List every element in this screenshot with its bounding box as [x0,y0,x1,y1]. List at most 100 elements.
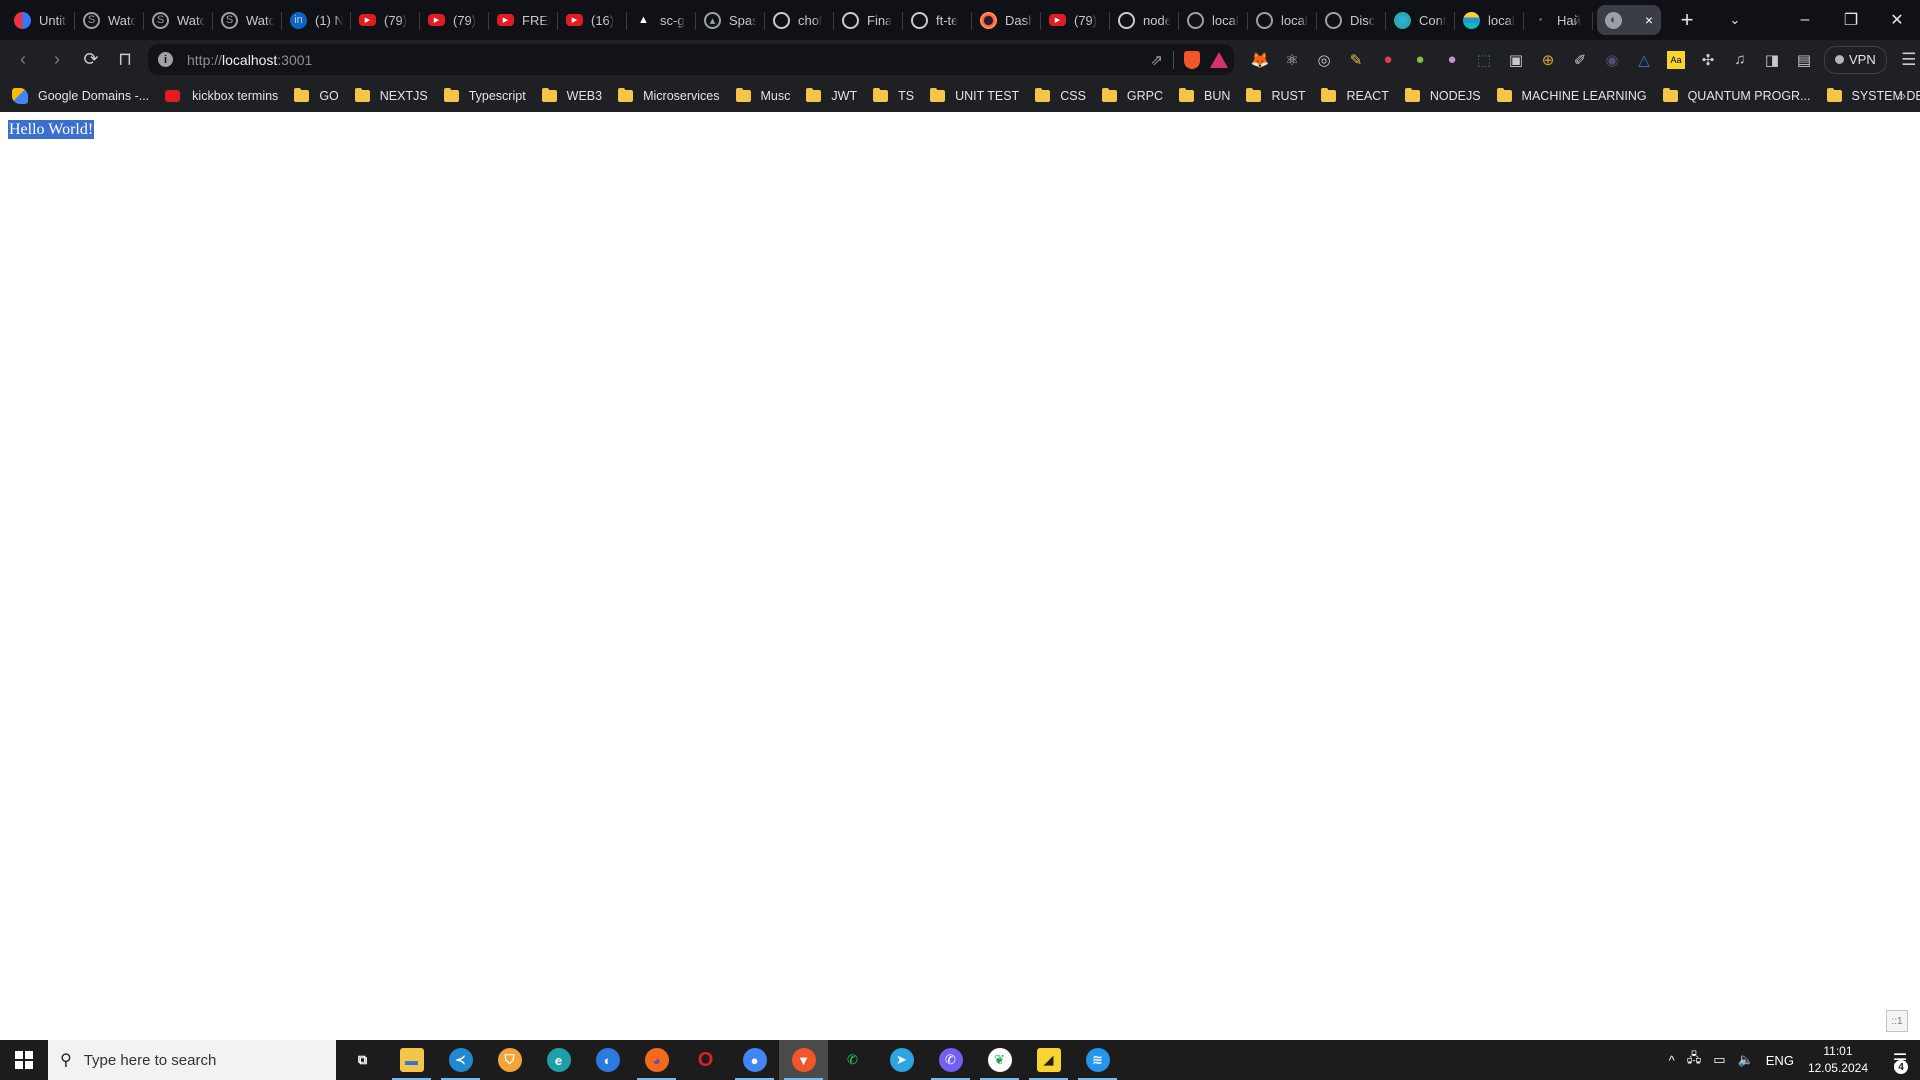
taskbar-app-brave[interactable]: ▼ [779,1040,828,1080]
tab[interactable]: ▴ Spas [696,5,765,35]
bookmark-button[interactable]: ⊓ [108,43,142,77]
puzzle-icon[interactable]: ✣ [1692,44,1724,76]
taskbar-app-whatsapp[interactable]: ✆ [828,1040,877,1080]
eyedropper-icon[interactable]: ✐ [1564,44,1596,76]
bookmark-item[interactable]: JWT [806,87,857,103]
new-tab-button[interactable]: + [1675,7,1699,33]
bookmark-item[interactable]: REACT [1321,87,1389,103]
minimize-button[interactable]: – [1782,11,1828,29]
taskbar-app-file-explorer[interactable]: ▬ [387,1040,436,1080]
clock[interactable]: 11:01 12.05.2024 [1808,1043,1868,1077]
tab[interactable]: in (1) N [282,5,351,35]
tab[interactable]: Cont [1386,5,1455,35]
tab[interactable]: ▶ (16) [558,5,627,35]
bookmark-item[interactable]: Google Domains -... [12,87,149,104]
taskbar-app-chrome[interactable]: ● [730,1040,779,1080]
tab[interactable]: chol [765,5,834,35]
bookmark-item[interactable]: WEB3 [541,87,602,103]
bookmark-item[interactable]: RUST [1246,87,1305,103]
tab[interactable]: S Watch [144,5,213,35]
taskbar-app-mongodb-compass[interactable]: ❦ [975,1040,1024,1080]
target-icon[interactable]: ◎ [1308,44,1340,76]
brave-shields-icon[interactable] [1184,50,1200,69]
pencil-icon[interactable]: ✎ [1340,44,1372,76]
volume-icon[interactable]: 🔈 [1738,1052,1754,1068]
tab[interactable]: ▲ sc-g [627,5,696,35]
network-icon[interactable]: 🖧 [1687,1049,1702,1071]
bookmark-item[interactable]: NEXTJS [354,87,428,103]
tab[interactable]: local [1179,5,1248,35]
ublock-icon[interactable]: ▣ [1500,44,1532,76]
language-indicator[interactable]: ENG [1766,1053,1794,1068]
tab[interactable]: ▶ (79) [351,5,420,35]
close-window-button[interactable]: ✕ [1874,10,1920,30]
tab[interactable]: Untitled [6,5,75,35]
tab[interactable]: local [1248,5,1317,35]
bookmark-item[interactable]: CSS [1035,87,1086,103]
tab[interactable]: S Watch [75,5,144,35]
tab[interactable]: ft-te [903,5,972,35]
tab[interactable]: ▶ FREE [489,5,558,35]
bookmark-item[interactable]: QUANTUM PROGR... [1662,87,1811,103]
tab[interactable]: node [1110,5,1179,35]
music-icon[interactable]: ♫ [1724,44,1756,76]
forward-button[interactable]: › [40,43,74,77]
battery-icon[interactable]: ▭ [1713,1052,1725,1068]
taskbar-app-docker[interactable]: ≋ [1073,1040,1122,1080]
react-devtools-icon[interactable]: ⚛ [1276,44,1308,76]
bookmark-item[interactable]: TS [873,87,914,103]
address-bar[interactable]: i http://localhost:3001 ⇗ [148,44,1234,75]
restore-button[interactable]: ❐ [1828,10,1874,30]
tab[interactable]: Disc [1317,5,1386,35]
taskbar-app-firefox-developer[interactable]: ◐ [583,1040,632,1080]
tab[interactable]: Dash [972,5,1041,35]
brave-rewards-icon[interactable] [1210,51,1228,68]
taskbar-app-sticky-notes[interactable]: ◢ [1024,1040,1073,1080]
bookmark-item[interactable]: GRPC [1101,87,1163,103]
crosshair-icon[interactable]: ⊕ [1532,44,1564,76]
metamask-icon[interactable]: 🦊 [1244,44,1276,76]
bookmark-item[interactable]: Microservices [618,87,720,103]
share-icon[interactable]: ⇗ [1150,51,1163,69]
taskbar-app-task-view[interactable]: ⧉ [338,1040,387,1080]
bookmark-item[interactable]: GO [294,87,339,103]
tab[interactable]: ▶ (79) [420,5,489,35]
bookmark-item[interactable]: Typescript [443,87,526,103]
tab-search-button[interactable]: ⌄ [1712,12,1758,28]
tab[interactable]: • Най [1524,5,1593,35]
screenshot-icon[interactable]: ⬚ [1468,44,1500,76]
tab[interactable]: local [1455,5,1524,35]
redux-icon[interactable]: ● [1372,44,1404,76]
reload-button[interactable]: ⟳ [74,43,108,77]
taskbar-app-opera[interactable]: O [681,1040,730,1080]
close-tab-button[interactable]: × [1645,12,1653,28]
tab[interactable]: ▶ (79) [1041,5,1110,35]
taskbar-search[interactable]: ⚲ Type here to search [48,1040,336,1080]
bookmark-item[interactable]: Musc [735,87,790,103]
triangle-icon[interactable]: △ [1628,44,1660,76]
vpn-button[interactable]: VPN [1824,45,1887,74]
tab[interactable]: Fina [834,5,903,35]
back-button[interactable]: ‹ [6,43,40,77]
frog-icon[interactable]: ● [1404,44,1436,76]
bookmark-item[interactable]: kickbox termins [165,89,278,103]
more-bookmarks-button[interactable]: » [1899,88,1906,103]
tab-active[interactable]: ◐ × [1597,5,1661,35]
show-hidden-icons-button[interactable]: ^ [1669,1053,1675,1068]
bookmark-item[interactable]: NODEJS [1404,87,1481,103]
bookmark-item[interactable]: BUN [1179,87,1230,103]
font-icon[interactable]: Aa [1667,50,1685,69]
taskbar-app-vpn-shield[interactable]: ⛉ [485,1040,534,1080]
action-center-button[interactable]: ☰ 4 [1880,1040,1920,1080]
taskbar-app-firefox[interactable]: ◕ [632,1040,681,1080]
menu-icon[interactable]: ☰ [1893,50,1920,70]
sidebar-icon[interactable]: ◨ [1756,44,1788,76]
eye-icon[interactable]: ◉ [1596,44,1628,76]
taskbar-app-edge[interactable]: e [534,1040,583,1080]
tab[interactable]: S Watch [213,5,282,35]
start-button[interactable] [0,1040,48,1080]
bookmark-item[interactable]: MACHINE LEARNING [1496,87,1647,103]
taskbar-app-vscode[interactable]: ≺ [436,1040,485,1080]
site-info-icon[interactable]: i [158,52,173,67]
wallet-icon[interactable]: ▤ [1788,44,1820,76]
